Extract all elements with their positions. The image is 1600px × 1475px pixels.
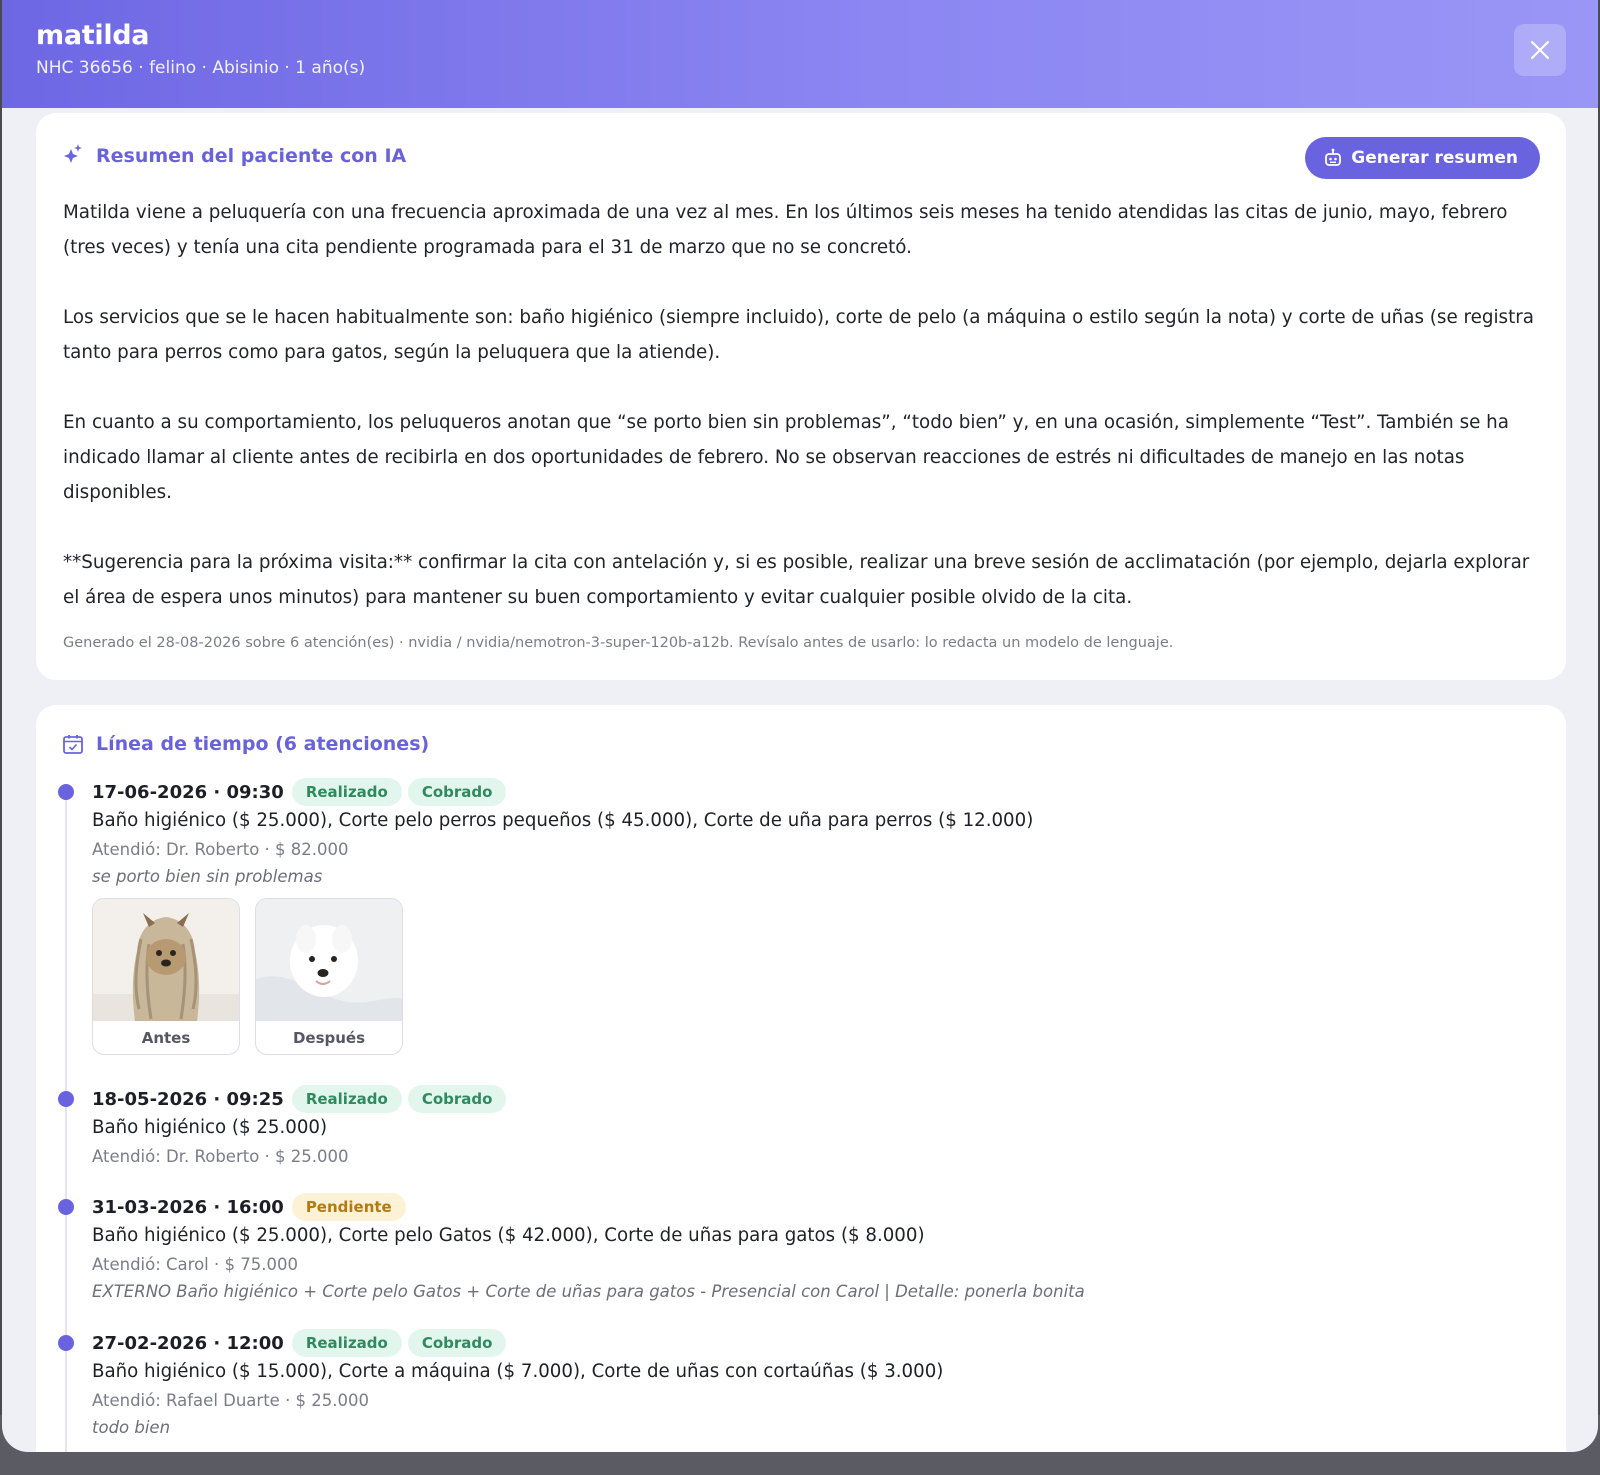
timeline-item-header: 31-03-2026 · 16:00 Pendiente [92,1193,406,1221]
status-badge: Realizado [291,1329,402,1357]
summary-paragraph: En cuanto a su comportamiento, los peluq… [63,412,1509,503]
timeline-item-header: 27-02-2026 · 12:00 Realizado Cobrado [92,1329,507,1357]
timeline-dot [58,1199,74,1215]
modal-header: matilda NHC 36656 · felino · Abisinio · … [2,0,1598,108]
summary-footer: Generado el 28-08-2026 sobre 6 atención(… [63,635,1174,651]
after-photo-image [256,899,402,1021]
appointment-datetime: 18-05-2026 · 09:25 [92,1088,284,1110]
generate-summary-button[interactable]: Generar resumen [1305,137,1540,179]
summary-paragraph: Matilda viene a peluquería con una frecu… [63,202,1508,258]
appointment-note: todo bien [92,1418,171,1437]
appointment-services: Baño higiénico ($ 15.000), Corte a máqui… [92,1361,944,1382]
status-badge: Realizado [291,1085,402,1113]
sparkles-icon [64,144,82,163]
timeline-dot [58,784,74,800]
appointment-services: Baño higiénico ($ 25.000), Corte pelo Ga… [92,1225,925,1246]
appointment-attended: Atendió: Dr. Roberto · $ 82.000 [92,840,349,859]
summary-paragraph: Los servicios que se le hacen habitualme… [63,307,1534,363]
robot-icon [1325,148,1342,166]
calendar-check-icon [63,735,83,754]
timeline-line [65,789,67,1452]
close-icon [1530,40,1550,60]
status-badge: Pendiente [291,1193,406,1221]
appointment-datetime: 17-06-2026 · 09:30 [92,781,284,803]
timeline-dot [58,1335,74,1351]
timeline-item-header: 18-05-2026 · 09:25 Realizado Cobrado [92,1085,507,1113]
timeline-dot [58,1091,74,1107]
photo-label: Antes [141,1028,191,1047]
summary-paragraph: **Sugerencia para la próxima visita:** c… [63,552,1530,608]
appointment-services: Baño higiénico ($ 25.000), Corte pelo pe… [92,810,1034,831]
appointment-services: Baño higiénico ($ 25.000) [92,1117,328,1138]
photo-after[interactable]: Después [255,898,403,1055]
appointment-note: se porto bien sin problemas [92,867,323,886]
photo-label: Después [292,1028,366,1047]
appointment-attended: Atendió: Rafael Duarte · $ 25.000 [92,1391,370,1410]
appointment-datetime: 27-02-2026 · 12:00 [92,1332,284,1354]
generate-summary-label: Generar resumen [1351,148,1518,168]
timeline-title: Línea de tiempo (6 atenciones) [96,733,430,755]
summary-title: Resumen del paciente con IA [96,145,407,167]
appointment-attended: Atendió: Carol · $ 75.000 [92,1255,298,1274]
payment-badge: Cobrado [407,1085,507,1113]
pet-name: matilda [36,20,150,51]
photo-before[interactable]: Antes [92,898,240,1055]
timeline-card: Línea de tiempo (6 atenciones) 17-06-202… [36,705,1566,1452]
appointment-attended: Atendió: Dr. Roberto · $ 25.000 [92,1147,349,1166]
before-photo-image [93,899,239,1021]
payment-badge: Cobrado [407,778,507,806]
close-button[interactable] [1514,24,1566,76]
appointment-note: EXTERNO Baño higiénico + Corte pelo Gato… [92,1282,1085,1301]
status-badge: Realizado [291,778,402,806]
pet-meta: NHC 36656 · felino · Abisinio · 1 año(s) [36,58,366,78]
appointment-datetime: 31-03-2026 · 16:00 [92,1196,284,1218]
patient-modal: matilda NHC 36656 · felino · Abisinio · … [2,0,1598,1452]
timeline-item-header: 17-06-2026 · 09:30 Realizado Cobrado [92,778,507,806]
ai-summary-card: Resumen del paciente con IA Generar resu… [36,113,1566,680]
summary-text: Matilda viene a peluquería con una frecu… [63,195,1543,650]
payment-badge: Cobrado [407,1329,507,1357]
